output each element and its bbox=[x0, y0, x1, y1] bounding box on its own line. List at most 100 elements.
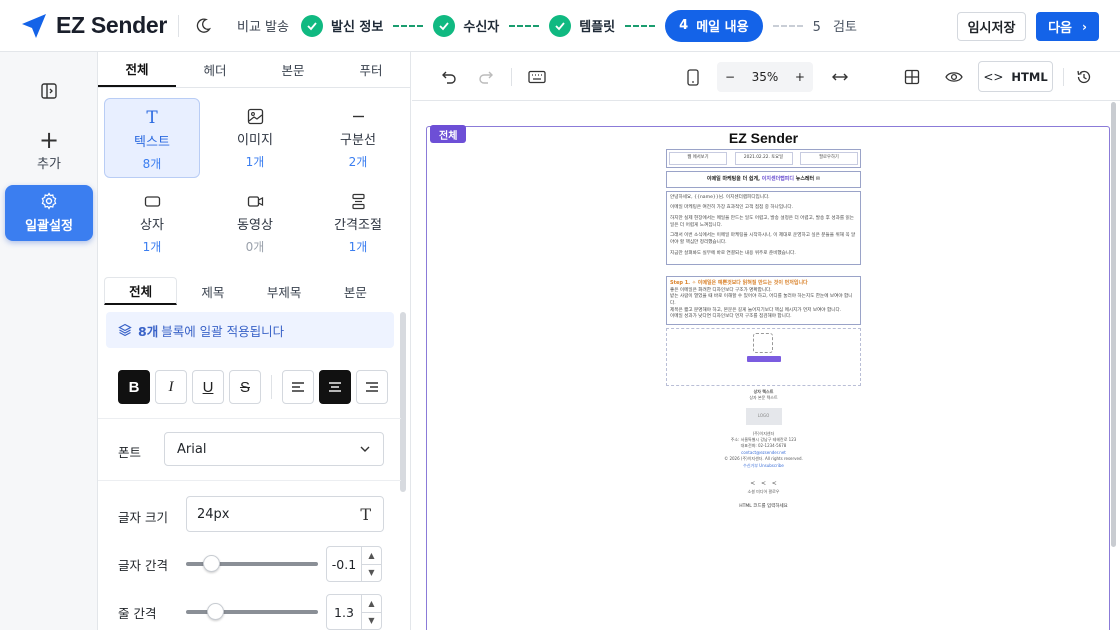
left-rail: + 추가 일괄설정 bbox=[0, 52, 98, 630]
body-paragraph: 안녕하세요, {{name}}님. 이지센더랩피디입니다. bbox=[670, 194, 770, 200]
step-review[interactable]: 5 검토 bbox=[813, 16, 857, 35]
divider-icon bbox=[352, 115, 364, 118]
block-box[interactable]: 상자 1개 bbox=[104, 183, 200, 263]
history-button[interactable] bbox=[1073, 66, 1095, 88]
divider bbox=[178, 14, 179, 37]
chevron-down-icon[interactable]: ▼ bbox=[362, 613, 381, 630]
format-toolbar: B I U S bbox=[118, 370, 393, 404]
preview-button[interactable] bbox=[943, 66, 965, 88]
slider-handle[interactable] bbox=[207, 603, 224, 620]
chevron-up-icon[interactable]: ▲ bbox=[362, 595, 381, 613]
fit-width-button[interactable] bbox=[829, 66, 851, 88]
save-draft-button[interactable]: 임시저장 bbox=[957, 12, 1026, 41]
rail-bulk-settings-button[interactable]: 일괄설정 bbox=[5, 185, 93, 241]
editor-canvas[interactable]: 전체 EZ Sender 웹 에서보기 2021.02.22. 토요일 팔로우하… bbox=[412, 102, 1120, 630]
mobile-preview-button[interactable] bbox=[682, 66, 704, 88]
apply-count: 8개 bbox=[138, 323, 159, 339]
slider-handle[interactable] bbox=[203, 555, 220, 572]
tab-all[interactable]: 전체 bbox=[98, 52, 176, 87]
redo-icon bbox=[479, 71, 493, 84]
keyboard-shortcuts-button[interactable] bbox=[526, 66, 548, 88]
chevron-up-icon[interactable]: ▲ bbox=[362, 547, 381, 565]
check-icon bbox=[433, 14, 456, 37]
align-right-button[interactable] bbox=[356, 370, 388, 404]
app-logo[interactable]: EZ Sender bbox=[20, 12, 170, 40]
step-label: 수신자 bbox=[463, 20, 500, 35]
email-headline[interactable]: 이메일 마케팅을 더 쉽게, 이지센더랩피디 뉴스레터 ✉ bbox=[666, 170, 861, 188]
email-step-section[interactable]: Step 1. ✧ 이메일은 예쁜것보다 읽혀질 만드는 것이 먼저입니다 좋은… bbox=[666, 276, 861, 325]
meta-item: 팔로우하기 bbox=[800, 152, 858, 165]
rail-add-button[interactable]: + 추가 bbox=[5, 128, 93, 172]
social-icons: < < < bbox=[750, 480, 777, 488]
letter-spacing-stepper[interactable]: -0.1 ▲ ▼ bbox=[326, 546, 382, 582]
letter-spacing-label: 글자 간격 bbox=[118, 558, 168, 573]
grid-button[interactable] bbox=[901, 66, 923, 88]
align-left-button[interactable] bbox=[282, 370, 314, 404]
divider bbox=[1063, 68, 1064, 86]
video-icon bbox=[247, 196, 263, 207]
align-left-icon bbox=[292, 382, 304, 392]
undo-button[interactable] bbox=[438, 66, 460, 88]
chevron-down-icon[interactable]: ▼ bbox=[362, 565, 381, 582]
subtab-title[interactable]: 제목 bbox=[177, 277, 248, 305]
chevron-down-icon bbox=[360, 446, 370, 452]
italic-button[interactable]: I bbox=[155, 370, 187, 404]
subtab-subtitle[interactable]: 부제목 bbox=[249, 277, 320, 305]
strikethrough-button[interactable]: S bbox=[229, 370, 261, 404]
email-title[interactable]: EZ Sender bbox=[666, 126, 861, 149]
align-center-button[interactable] bbox=[319, 370, 351, 404]
bold-button[interactable]: B bbox=[118, 370, 150, 404]
font-size-input[interactable]: 24px T bbox=[186, 496, 384, 532]
paper-plane-icon bbox=[22, 13, 46, 38]
panel-scrollbar[interactable] bbox=[400, 312, 406, 492]
email-body-text[interactable]: 안녕하세요, {{name}}님. 이지센더랩피디입니다. 이메일 마케팅은 여… bbox=[666, 190, 861, 266]
letter-spacing-slider[interactable] bbox=[186, 555, 318, 572]
underline-button[interactable]: U bbox=[192, 370, 224, 404]
tab-header[interactable]: 헤더 bbox=[176, 52, 254, 87]
canvas-scrollbar[interactable] bbox=[1111, 102, 1116, 547]
block-text[interactable]: T 텍스트 8개 bbox=[104, 98, 200, 178]
block-spacing[interactable]: 간격조절 1개 bbox=[310, 183, 406, 263]
gear-icon bbox=[41, 192, 57, 210]
step-title: Step 1. ✧ 이메일은 예쁜것보다 읽혀질 만드는 것이 먼저입니다 bbox=[670, 280, 808, 287]
step-template[interactable]: 템플릿 bbox=[549, 14, 616, 37]
email-meta-row[interactable]: 웹 에서보기 2021.02.22. 토요일 팔로우하기 bbox=[666, 149, 861, 168]
dark-mode-toggle[interactable] bbox=[193, 16, 213, 36]
step-label: 템플릿 bbox=[579, 20, 616, 35]
email-box-block[interactable]: 상자 텍스트 상자 본문 텍스트 bbox=[666, 389, 861, 402]
email-logo[interactable]: LOGO bbox=[745, 407, 782, 425]
font-select[interactable]: Arial bbox=[164, 432, 384, 466]
sidebar-toggle-icon bbox=[41, 83, 57, 99]
body-paragraph: 지금만 살펴봐도 실무에 바로 연결되는 내용 위주로 준비했습니다. bbox=[670, 250, 796, 256]
social-note: 소셜 미디어 팔로우 bbox=[747, 488, 780, 494]
step-sender-info[interactable]: 발신 정보 bbox=[300, 14, 383, 37]
subtab-body[interactable]: 본문 bbox=[320, 277, 391, 305]
line-height-stepper[interactable]: 1.3 ▲ ▼ bbox=[326, 594, 382, 630]
block-video[interactable]: 동영상 0개 bbox=[207, 183, 303, 263]
tab-footer[interactable]: 푸터 bbox=[332, 52, 410, 87]
email-image-block[interactable] bbox=[666, 327, 861, 386]
sidebar-toggle-button[interactable] bbox=[5, 74, 93, 108]
block-image[interactable]: 이미지 1개 bbox=[207, 98, 303, 178]
redo-button[interactable] bbox=[475, 66, 497, 88]
tab-body[interactable]: 본문 bbox=[254, 52, 332, 87]
step-recipients[interactable]: 수신자 bbox=[433, 14, 500, 37]
next-button[interactable]: 다음 › bbox=[1036, 12, 1099, 41]
text-icon: T bbox=[146, 108, 158, 128]
zoom-in-button[interactable]: + bbox=[795, 70, 805, 84]
block-divider[interactable]: 구분선 2개 bbox=[310, 98, 406, 178]
font-size-label: 글자 크기 bbox=[118, 510, 168, 525]
html-button[interactable]: <> HTML bbox=[978, 61, 1053, 92]
block-count: 1개 bbox=[348, 240, 368, 254]
font-label: 폰트 bbox=[118, 445, 142, 460]
image-placeholder-icon bbox=[753, 332, 773, 353]
plus-icon: + bbox=[38, 125, 60, 154]
email-footer[interactable]: (주)이지센더 주소: 서울특별시 강남구 테헤란로 123 대표전화: 02-… bbox=[666, 431, 861, 511]
line-height-slider[interactable] bbox=[186, 603, 318, 620]
zoom-out-button[interactable]: − bbox=[725, 70, 735, 84]
step-mail-content[interactable]: 4 메일 내용 bbox=[665, 9, 763, 42]
email-cta-button[interactable] bbox=[747, 355, 781, 362]
email-preview[interactable]: EZ Sender 웹 에서보기 2021.02.22. 토요일 팔로우하기 이… bbox=[666, 126, 861, 510]
undo-icon bbox=[442, 71, 456, 84]
subtab-all[interactable]: 전체 bbox=[104, 277, 178, 305]
